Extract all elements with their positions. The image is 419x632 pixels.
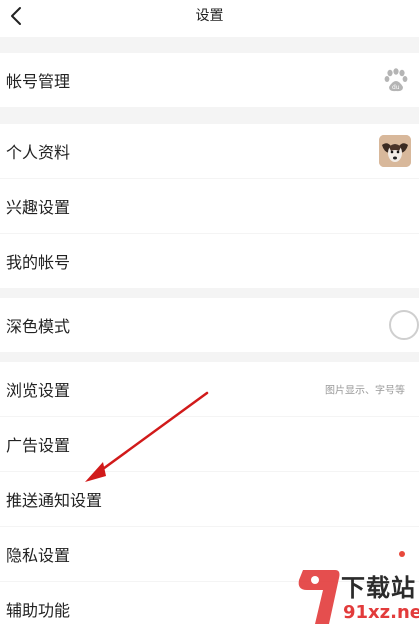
settings-item-label: 广告设置 <box>6 436 71 455</box>
settings-item-browsing[interactable]: 浏览设置 图片显示、字号等 <box>0 362 419 416</box>
settings-item-interests[interactable]: 兴趣设置 <box>0 179 419 233</box>
settings-item-dark-mode[interactable]: 深色模式 <box>0 298 419 352</box>
settings-item-label: 深色模式 <box>6 317 71 336</box>
settings-item-label: 我的帐号 <box>6 253 71 272</box>
settings-item-account-management[interactable]: 帐号管理 du <box>0 53 419 107</box>
baidu-paw-icon: du <box>384 68 408 92</box>
settings-item-label: 浏览设置 <box>6 381 71 400</box>
settings-item-label: 辅助功能 <box>6 601 71 620</box>
settings-item-accessibility[interactable]: 辅助功能 <box>0 582 419 632</box>
svg-text:du: du <box>392 84 400 91</box>
settings-page: 设置 帐号管理 du 个人资料 兴趣设置 我的帐号 深色模式 浏览设置 图片显示… <box>0 0 419 632</box>
notification-dot <box>399 551 405 557</box>
settings-item-my-account[interactable]: 我的帐号 <box>0 234 419 288</box>
settings-item-profile[interactable]: 个人资料 <box>0 124 419 178</box>
settings-item-label: 推送通知设置 <box>6 491 103 510</box>
page-title: 设置 <box>195 8 224 24</box>
settings-item-label: 帐号管理 <box>6 72 71 91</box>
settings-item-ads[interactable]: 广告设置 <box>0 417 419 471</box>
settings-item-label: 兴趣设置 <box>6 198 71 217</box>
settings-item-privacy[interactable]: 隐私设置 <box>0 527 419 581</box>
avatar <box>379 135 411 167</box>
dark-mode-toggle[interactable] <box>389 310 419 340</box>
settings-item-hint: 图片显示、字号等 <box>325 385 405 397</box>
settings-item-label: 隐私设置 <box>6 546 71 565</box>
nav-bar: 设置 <box>0 0 419 37</box>
settings-item-push-notifications[interactable]: 推送通知设置 <box>0 472 419 526</box>
settings-item-label: 个人资料 <box>6 143 71 162</box>
